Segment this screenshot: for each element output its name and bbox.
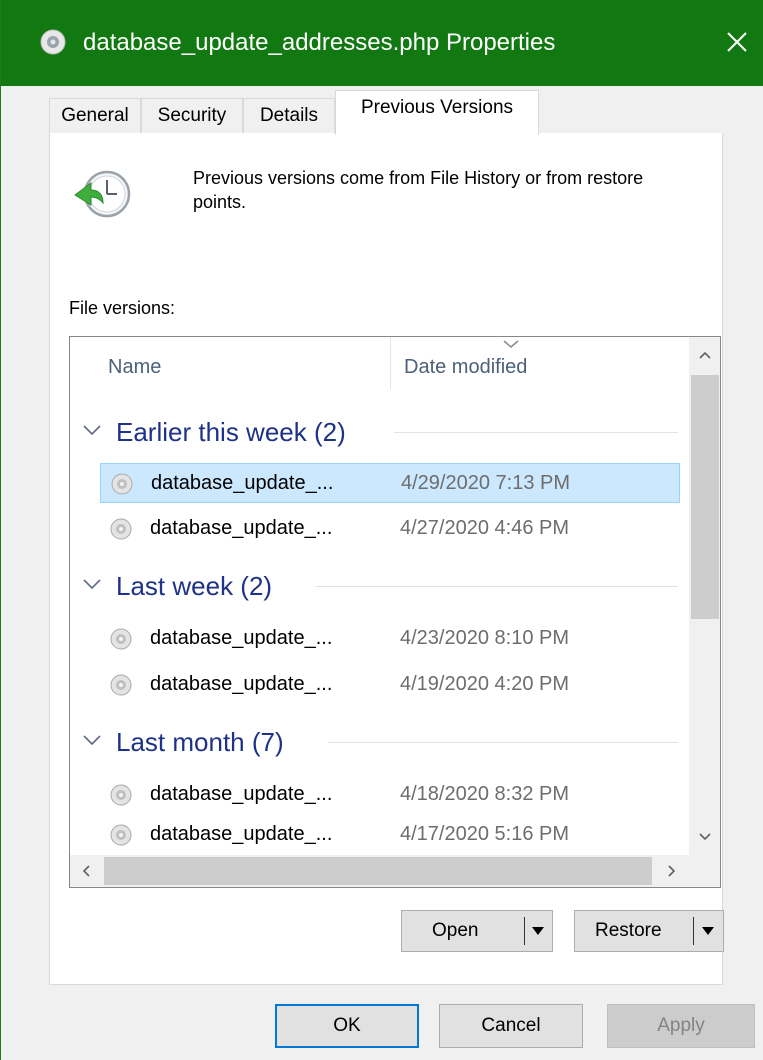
version-name: database_update_... <box>150 517 333 539</box>
close-button[interactable] <box>713 18 761 66</box>
chevron-up-icon <box>699 351 711 359</box>
tab-details[interactable]: Details <box>243 98 335 134</box>
version-date: 4/18/2020 8:32 PM <box>400 783 570 805</box>
dropdown-arrow-icon[interactable] <box>530 924 546 938</box>
file-versions-list[interactable]: Name Date modified Earlier this week (2)… <box>69 336 721 888</box>
restore-split-button[interactable]: Restore <box>574 910 724 952</box>
file-version-icon <box>110 518 132 540</box>
group-divider <box>316 586 678 587</box>
split-separator <box>693 917 694 945</box>
version-date: 4/27/2020 4:46 PM <box>400 517 570 539</box>
tab-general[interactable]: General <box>49 98 141 134</box>
close-icon <box>727 32 747 52</box>
properties-dialog: database_update_addresses.php Properties… <box>0 0 763 1060</box>
version-date: 4/29/2020 7:13 PM <box>401 472 571 494</box>
chevron-down-icon <box>83 425 101 436</box>
file-version-icon <box>110 628 132 650</box>
cancel-button[interactable]: Cancel <box>439 1004 583 1048</box>
file-version-icon <box>111 473 133 495</box>
title-bar: database_update_addresses.php Properties <box>1 0 763 86</box>
file-history-clock-icon <box>74 170 131 218</box>
column-header-name[interactable]: Name <box>108 356 161 379</box>
file-version-icon <box>110 674 132 696</box>
apply-button[interactable]: Apply <box>607 1004 755 1048</box>
group-header-last-week[interactable]: Last week (2) <box>82 567 678 607</box>
open-split-button[interactable]: Open <box>401 910 553 952</box>
dropdown-arrow-icon[interactable] <box>700 924 716 938</box>
horizontal-scrollbar[interactable] <box>70 855 689 887</box>
version-name: database_update_... <box>150 823 333 845</box>
open-button-label: Open <box>432 920 479 941</box>
horizontal-scroll-thumb[interactable] <box>104 857 652 885</box>
scroll-down-button[interactable] <box>689 819 720 855</box>
version-date: 4/17/2020 5:16 PM <box>400 823 570 845</box>
version-date: 4/23/2020 8:10 PM <box>400 627 570 649</box>
file-versions-label: File versions: <box>69 298 176 318</box>
version-row[interactable]: database_update_... 4/27/2020 4:46 PM <box>100 509 680 549</box>
php-file-icon <box>40 29 66 55</box>
chevron-down-icon <box>83 579 101 590</box>
scrollbar-corner <box>689 855 720 887</box>
group-header-last-month[interactable]: Last month (7) <box>82 723 678 763</box>
tab-strip: General Security Details Previous Versio… <box>1 86 763 135</box>
chevron-right-icon <box>668 865 676 877</box>
tab-security[interactable]: Security <box>141 98 243 134</box>
version-row[interactable]: database_update_... 4/18/2020 8:32 PM <box>100 775 680 815</box>
chevron-down-icon <box>83 735 101 746</box>
version-row[interactable]: database_update_... 4/17/2020 5:16 PM <box>100 815 680 855</box>
scroll-up-button[interactable] <box>689 337 720 373</box>
version-name: database_update_... <box>150 627 333 649</box>
vertical-scrollbar[interactable] <box>689 337 720 855</box>
group-label: Earlier this week (2) <box>116 417 346 447</box>
version-name: database_update_... <box>150 673 333 695</box>
info-text: Previous versions come from File History… <box>193 168 644 212</box>
tab-previous-versions[interactable]: Previous Versions <box>335 90 539 135</box>
version-name: database_update_... <box>151 472 334 494</box>
file-version-icon <box>110 824 132 846</box>
group-label: Last month (7) <box>116 727 284 757</box>
column-header-date-modified[interactable]: Date modified <box>404 356 527 379</box>
sort-indicator-icon <box>503 340 519 348</box>
ok-button[interactable]: OK <box>275 1004 419 1048</box>
group-header-earlier-this-week[interactable]: Earlier this week (2) <box>82 413 678 453</box>
version-date: 4/19/2020 4:20 PM <box>400 673 570 695</box>
split-separator <box>524 917 525 945</box>
version-row[interactable]: database_update_... 4/29/2020 7:13 PM <box>100 463 680 503</box>
version-row[interactable]: database_update_... 4/23/2020 8:10 PM <box>100 619 680 659</box>
group-divider <box>394 432 678 433</box>
group-label: Last week (2) <box>116 571 273 601</box>
group-divider <box>328 742 678 743</box>
restore-button-label: Restore <box>595 920 662 941</box>
scroll-right-button[interactable] <box>656 855 688 887</box>
file-version-icon <box>110 784 132 806</box>
chevron-down-icon <box>699 833 711 841</box>
vertical-scroll-thumb[interactable] <box>691 375 719 619</box>
chevron-left-icon <box>82 865 90 877</box>
column-separator[interactable] <box>390 337 391 389</box>
version-name: database_update_... <box>150 783 333 805</box>
window-title: database_update_addresses.php Properties <box>83 29 556 56</box>
version-row[interactable]: database_update_... 4/19/2020 4:20 PM <box>100 665 680 705</box>
scroll-left-button[interactable] <box>70 855 102 887</box>
